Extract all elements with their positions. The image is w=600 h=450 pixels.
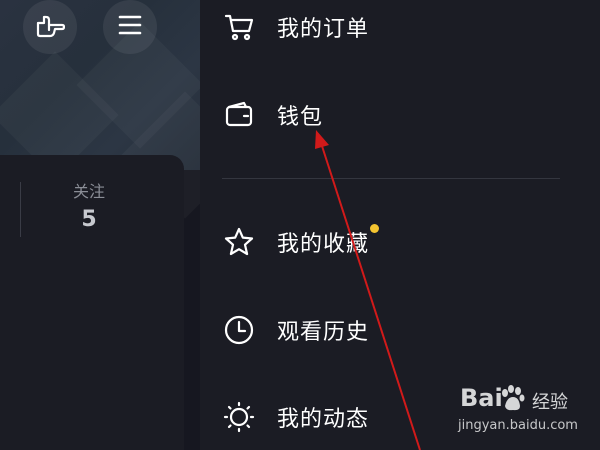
menu-item-wallet[interactable]: 钱包: [222, 90, 572, 140]
menu-item-label: 我的订单: [277, 17, 370, 42]
watermark-url: jingyan.baidu.com: [458, 418, 578, 433]
following-label: 关注: [72, 182, 105, 201]
new-badge-dot: [370, 224, 380, 233]
menu-button[interactable]: [103, 0, 157, 54]
sun-icon: [222, 400, 256, 434]
menu-item-history[interactable]: 观看历史: [222, 305, 572, 355]
menu-item-orders[interactable]: 我的订单: [222, 2, 572, 52]
hand-pointer-button[interactable]: [23, 0, 77, 54]
menu-item-label: 观看历史: [277, 320, 370, 345]
menu-item-label: 我的收藏: [277, 224, 380, 258]
menu-divider: [222, 178, 560, 179]
paw-icon: [499, 384, 525, 412]
hamburger-icon: [118, 14, 142, 40]
stats-divider: [20, 182, 21, 237]
watermark-jingyan-text: 经验: [532, 392, 568, 413]
menu-item-label: 我的动态: [277, 407, 370, 432]
favorites-label-text: 我的收藏: [277, 232, 370, 257]
cart-icon: [222, 10, 256, 44]
hand-pointer-icon: [35, 12, 66, 42]
wallet-icon: [222, 98, 256, 132]
following-stat[interactable]: 关注 5: [60, 180, 118, 236]
watermark-logo-text: Bai: [460, 384, 503, 412]
star-icon: [222, 225, 256, 259]
profile-panel: 关注 5: [0, 0, 200, 450]
side-menu: 我的订单 钱包 我的收藏 观看历史 我的动态: [200, 0, 600, 450]
menu-item-label: 钱包: [277, 105, 324, 130]
following-count: 5: [81, 207, 97, 232]
baidu-jingyan-watermark: Bai 经验 jingyan.baidu.com: [446, 384, 596, 444]
clock-icon: [222, 313, 256, 347]
profile-header: [0, 0, 200, 170]
menu-item-favorites[interactable]: 我的收藏: [222, 217, 572, 267]
